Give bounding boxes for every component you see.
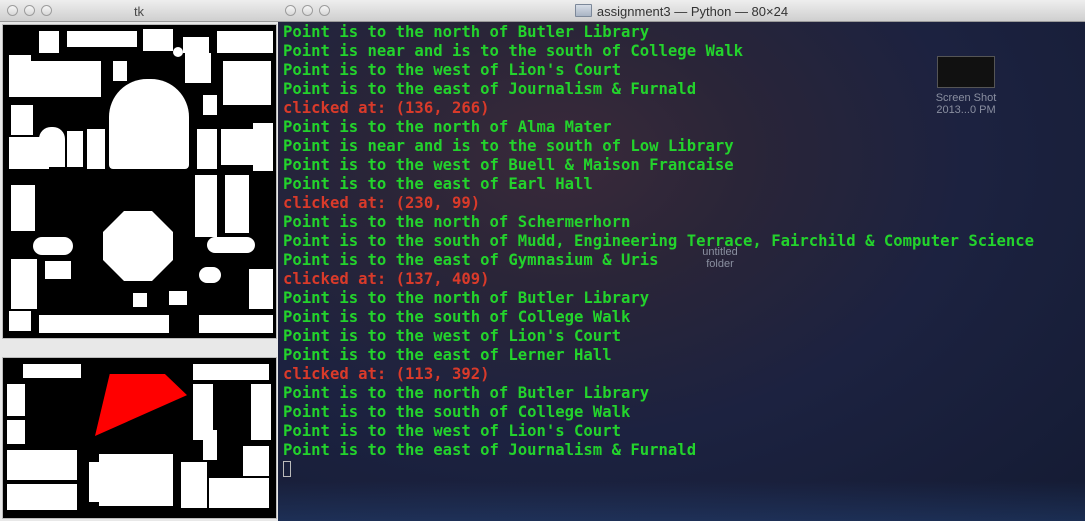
building	[11, 105, 33, 135]
building	[9, 311, 31, 331]
output-line: Point is to the north of Schermerhorn	[283, 213, 631, 231]
building	[169, 291, 187, 305]
campus-map-canvas[interactable]	[2, 24, 277, 339]
click-coordinates-line: clicked at: (113, 392)	[283, 365, 490, 383]
building	[185, 53, 211, 83]
building	[181, 462, 207, 508]
building	[183, 37, 209, 53]
output-line: Point is to the east of Journalism & Fur…	[283, 80, 697, 98]
building	[39, 315, 169, 333]
building	[223, 61, 271, 105]
terminal-titlebar[interactable]: assignment3 — Python — 80×24	[278, 0, 1085, 22]
building	[11, 259, 37, 309]
building	[195, 175, 217, 237]
building	[209, 478, 269, 508]
output-line: Point is near and is to the south of Col…	[283, 42, 744, 60]
building	[39, 31, 59, 53]
output-line: Point is to the east of Gymnasium & Uris	[283, 251, 659, 269]
building	[251, 384, 271, 440]
building	[9, 61, 101, 97]
output-line: Point is to the north of Butler Library	[283, 384, 650, 402]
output-line: Point is near and is to the south of Low…	[283, 137, 734, 155]
output-line: Point is to the south of College Walk	[283, 308, 631, 326]
building	[89, 462, 101, 502]
building	[243, 446, 269, 476]
terminal-title: assignment3 — Python — 80×24	[596, 4, 789, 19]
building	[113, 61, 127, 81]
building	[23, 364, 81, 378]
alma-mater-plaza	[103, 211, 173, 281]
output-line: Point is to the north of Butler Library	[283, 23, 650, 41]
building	[133, 293, 147, 307]
output-line: Point is to the west of Lion's Court	[283, 327, 621, 345]
output-line: Point is to the south of Mudd, Engineeri…	[283, 232, 1035, 250]
output-line: Point is to the west of Lion's Court	[283, 61, 621, 79]
click-coordinates-line: clicked at: (230, 99)	[283, 194, 481, 212]
terminal-cursor	[283, 460, 1034, 479]
building	[197, 129, 217, 169]
output-line: Point is to the east of Journalism & Fur…	[283, 441, 697, 459]
building	[7, 384, 25, 416]
building	[217, 31, 273, 53]
terminal-output[interactable]: Point is to the north of Butler Library P…	[283, 23, 1034, 479]
building	[203, 95, 217, 115]
output-line: Point is to the east of Lerner Hall	[283, 346, 612, 364]
building	[199, 267, 221, 283]
building	[67, 131, 83, 167]
building	[33, 237, 73, 255]
building	[7, 420, 25, 444]
building	[87, 129, 105, 169]
building	[7, 450, 77, 480]
output-line: Point is to the north of Alma Mater	[283, 118, 612, 136]
building	[225, 175, 249, 233]
building	[193, 364, 269, 380]
building	[199, 315, 273, 333]
building	[11, 185, 35, 231]
building	[143, 29, 173, 51]
building	[39, 127, 65, 167]
desktop-wallpaper-stars	[278, 481, 1085, 521]
tk-window: tk	[0, 0, 278, 521]
selected-region-highlight	[95, 374, 187, 436]
building	[253, 123, 273, 171]
low-library	[109, 79, 189, 169]
folder-icon	[574, 4, 592, 17]
building	[45, 261, 71, 279]
building	[207, 237, 255, 253]
output-line: Point is to the west of Buell & Maison F…	[283, 156, 734, 174]
output-line: Point is to the north of Butler Library	[283, 289, 650, 307]
tk-titlebar[interactable]: tk	[0, 0, 278, 22]
output-line: Point is to the east of Earl Hall	[283, 175, 593, 193]
cursor-block	[283, 461, 291, 477]
tk-window-title: tk	[133, 4, 145, 19]
output-line: Point is to the west of Lion's Court	[283, 422, 621, 440]
terminal-window: Screen Shot 2013...0 PM untitled folder …	[278, 0, 1085, 521]
click-coordinates-line: clicked at: (137, 409)	[283, 270, 490, 288]
campus-map-canvas-lower[interactable]	[2, 357, 277, 519]
building	[203, 430, 217, 460]
terminal-title-wrap: assignment3 — Python — 80×24	[278, 4, 1085, 19]
building	[7, 484, 77, 510]
building	[249, 269, 273, 309]
click-coordinates-line: clicked at: (136, 266)	[283, 99, 490, 117]
building	[67, 31, 137, 47]
building	[99, 454, 173, 506]
building	[173, 47, 183, 57]
output-line: Point is to the south of College Walk	[283, 403, 631, 421]
